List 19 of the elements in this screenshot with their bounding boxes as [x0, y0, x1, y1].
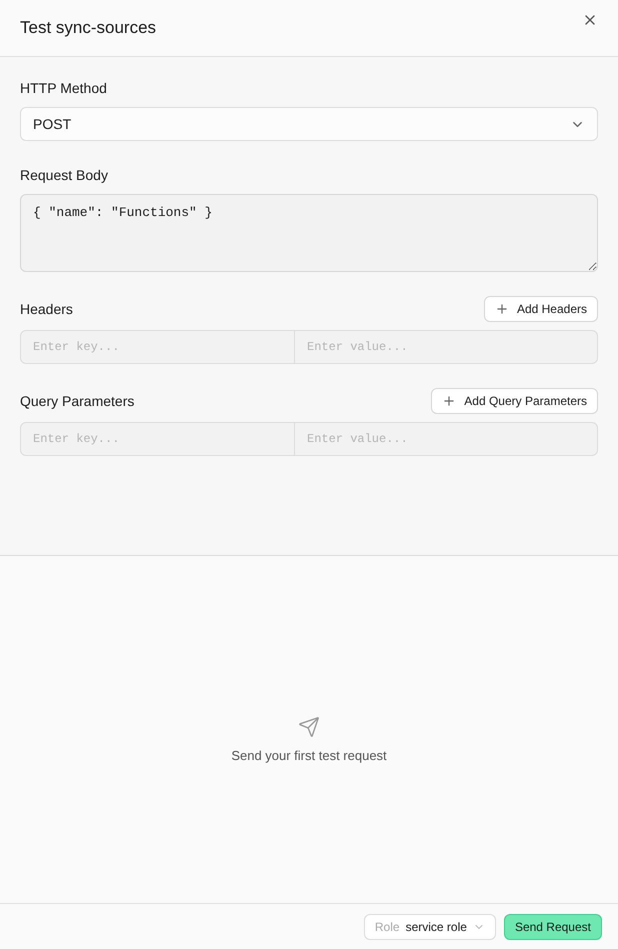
key-field[interactable]: Enter key...: [20, 422, 295, 456]
add-button[interactable]: Add Headers: [484, 296, 598, 322]
empty-message: Send your first test request: [231, 746, 387, 765]
field-label: Request Body: [20, 166, 109, 185]
section-label: Headers: [20, 300, 73, 318]
role-select[interactable]: Role service role: [364, 914, 496, 940]
field-label: HTTP Method: [20, 79, 108, 98]
dialog-title: Test sync-sources: [20, 17, 156, 40]
body-field[interactable]: { "name": "Functions" }: [20, 194, 598, 272]
plus-icon: [494, 302, 509, 316]
section-label: Query Parameters: [20, 392, 134, 411]
plus-icon: [442, 394, 456, 408]
method-select[interactable]: POST: [20, 107, 598, 141]
value-field[interactable]: Enter value...: [295, 422, 598, 456]
send-button[interactable]: Send Request: [504, 914, 602, 940]
key-field[interactable]: Enter key...: [20, 330, 295, 364]
send-icon: [298, 716, 320, 738]
add-button[interactable]: Add Query Parameters: [431, 388, 598, 414]
value-field[interactable]: Enter value...: [295, 330, 598, 364]
